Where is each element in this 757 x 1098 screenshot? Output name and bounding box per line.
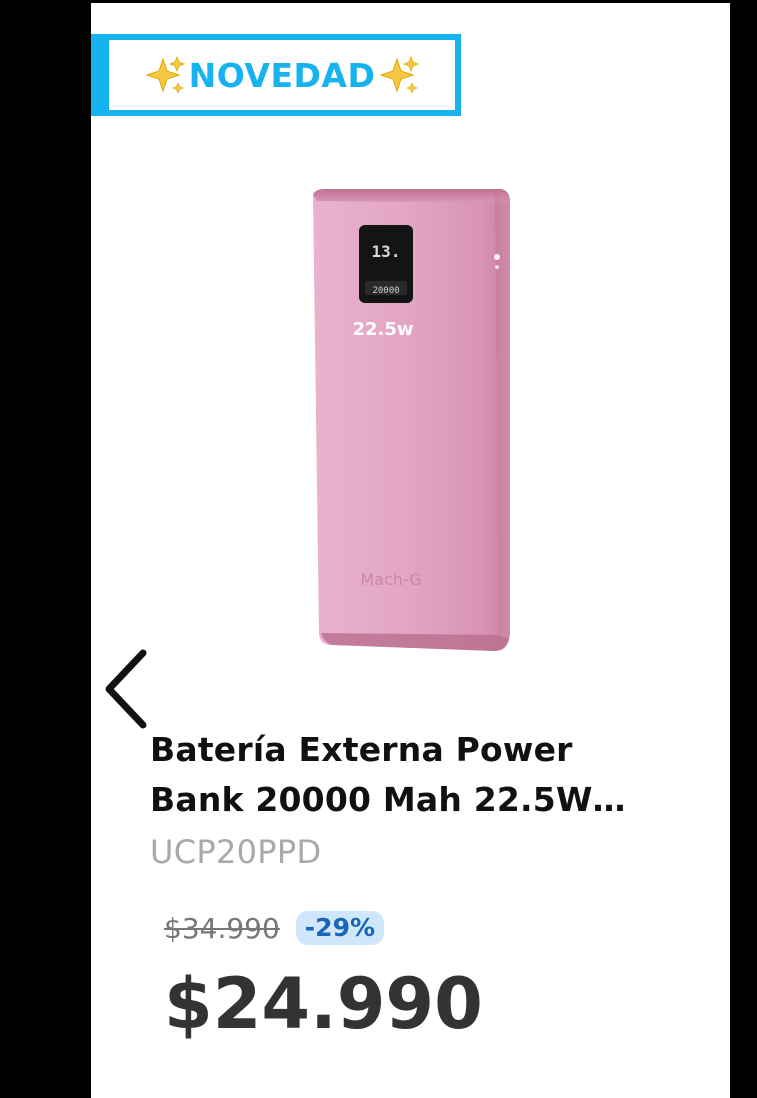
power-bank-image[interactable]: 13. 20000 22.5w Mach-G (291, 183, 531, 663)
discount-badge: -29% (295, 911, 385, 945)
screen: NOVEDAD 13. 20000 22.5w Mach-G Batería E… (0, 0, 757, 1098)
badge-content: NOVEDAD (143, 53, 422, 97)
original-price: $34.990 (164, 911, 280, 945)
product-title-line-1: Batería Externa Power (150, 730, 573, 769)
svg-text:Mach-G: Mach-G (360, 570, 421, 589)
svg-text:22.5w: 22.5w (352, 319, 413, 340)
svg-text:20000: 20000 (372, 286, 399, 296)
product-sku: UCP20PPD (150, 833, 322, 871)
badge-label: NOVEDAD (188, 55, 376, 95)
product-title-line-2: Bank 20000 Mah 22.5W… (150, 780, 626, 819)
novedad-badge: NOVEDAD (91, 34, 461, 116)
sparkles-icon (145, 55, 185, 94)
product-title[interactable]: Batería Externa Power Bank 20000 Mah 22.… (150, 725, 710, 825)
current-price: $24.990 (164, 963, 483, 1045)
product-card[interactable]: NOVEDAD 13. 20000 22.5w Mach-G Batería E… (91, 3, 730, 1098)
chevron-left-icon[interactable] (99, 647, 151, 731)
sparkles-icon (379, 55, 420, 94)
svg-text:13.: 13. (372, 242, 401, 261)
price-row: $34.990 -29% (164, 911, 385, 945)
